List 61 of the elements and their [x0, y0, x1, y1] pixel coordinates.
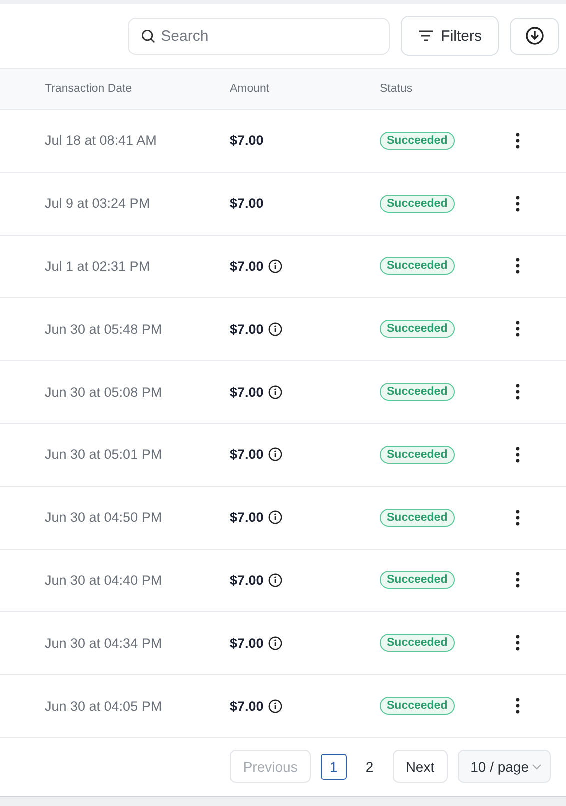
transaction-date: Jun 30 at 04:50 PM — [45, 510, 164, 526]
more-icon[interactable] — [516, 258, 520, 274]
amount: $7.00 — [230, 196, 264, 212]
amount: $7.00 — [230, 133, 264, 148]
more-icon[interactable] — [516, 196, 520, 212]
status-badge: Succeeded — [380, 508, 455, 527]
column-header: Transaction Date — [45, 83, 134, 95]
status-badge: Succeeded — [380, 571, 455, 590]
info-icon[interactable] — [268, 572, 283, 588]
amount: $7.00 — [230, 636, 264, 651]
transaction-date: Jun 30 at 04:34 PM — [45, 636, 164, 651]
download-icon — [524, 26, 544, 46]
amount: $7.00 — [230, 698, 264, 714]
next-button[interactable]: Next — [392, 750, 448, 784]
transaction-date: Jun 30 at 04:40 PM — [45, 572, 164, 588]
info-icon[interactable] — [268, 636, 283, 651]
page-button[interactable]: 1 — [320, 754, 347, 780]
more-icon[interactable] — [516, 510, 520, 526]
status-badge: Succeeded — [380, 132, 455, 150]
more-icon[interactable] — [516, 635, 520, 652]
transaction-date: Jun 30 at 04:05 PM — [45, 698, 164, 714]
column-header: Amount — [230, 83, 271, 95]
amount: $7.00 — [230, 572, 264, 588]
search-icon — [141, 28, 156, 44]
page-size-select[interactable]: 10 / page — [458, 750, 551, 784]
more-icon[interactable] — [516, 446, 520, 463]
more-icon[interactable] — [516, 384, 520, 400]
transaction-date: Jun 30 at 05:01 PM — [45, 447, 164, 462]
search-field[interactable]: Search — [128, 18, 390, 54]
amount: $7.00 — [230, 510, 264, 526]
info-icon[interactable] — [268, 322, 283, 337]
transaction-date: Jul 18 at 08:41 AM — [45, 133, 158, 148]
download-button[interactable] — [510, 18, 559, 54]
status-badge: Succeeded — [380, 634, 455, 652]
status-badge: Succeeded — [380, 194, 455, 213]
amount: $7.00 — [230, 447, 264, 462]
transaction-date: Jun 30 at 05:08 PM — [45, 384, 164, 400]
amount: $7.00 — [230, 384, 264, 400]
status-badge: Succeeded — [380, 320, 455, 338]
more-icon[interactable] — [516, 132, 520, 149]
info-icon[interactable] — [268, 384, 283, 400]
status-badge: Succeeded — [380, 383, 455, 402]
more-icon[interactable] — [516, 321, 520, 338]
transaction-date: Jun 30 at 05:48 PM — [45, 322, 164, 337]
status-badge: Succeeded — [380, 446, 455, 464]
filters-button[interactable]: Filters — [401, 16, 499, 56]
amount: $7.00 — [230, 258, 264, 274]
transaction-date: Jul 9 at 03:24 PM — [45, 196, 152, 212]
filter-icon — [418, 30, 434, 42]
amount: $7.00 — [230, 322, 264, 337]
info-icon[interactable] — [268, 258, 283, 274]
transaction-date: Jul 1 at 02:31 PM — [45, 258, 152, 274]
info-icon[interactable] — [268, 510, 283, 526]
more-icon[interactable] — [516, 698, 520, 714]
column-header: Status — [380, 83, 414, 95]
info-icon[interactable] — [268, 698, 283, 714]
info-icon[interactable] — [268, 447, 283, 462]
more-icon[interactable] — [516, 572, 520, 588]
chevron-down-icon — [532, 764, 542, 770]
status-badge: Succeeded — [380, 697, 455, 716]
status-badge: Succeeded — [380, 257, 455, 276]
